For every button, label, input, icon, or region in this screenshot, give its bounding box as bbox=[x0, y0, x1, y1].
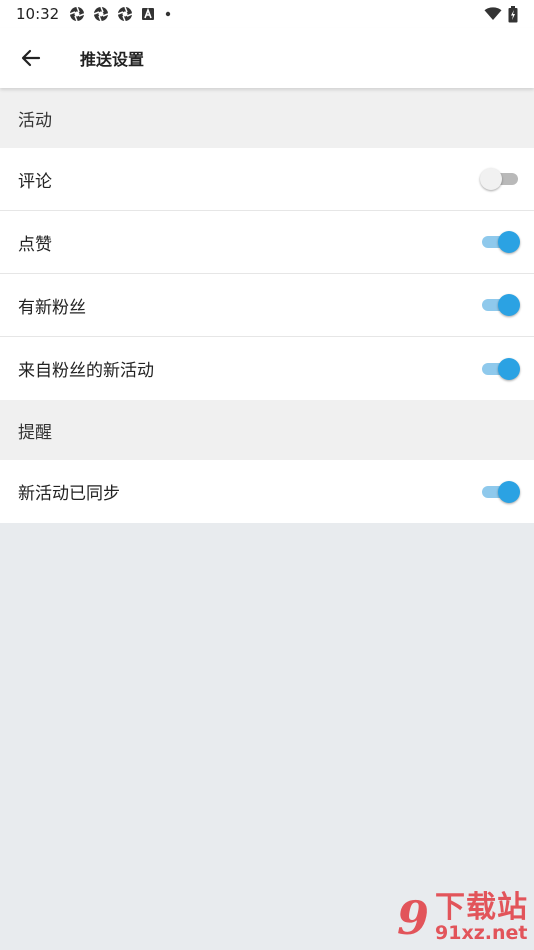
aperture-icon bbox=[93, 6, 109, 22]
battery-icon bbox=[508, 5, 518, 22]
like-toggle[interactable] bbox=[480, 231, 520, 253]
status-time: 10:32 bbox=[16, 5, 60, 23]
setting-row-new-follower[interactable]: 有新粉丝 bbox=[0, 274, 534, 337]
aperture-icon bbox=[117, 6, 133, 22]
follower-activity-toggle[interactable] bbox=[480, 357, 520, 380]
toggle-thumb bbox=[498, 231, 520, 253]
section-header-activity: 活动 bbox=[0, 88, 534, 148]
setting-label: 有新粉丝 bbox=[18, 297, 86, 318]
watermark-site-name: 下载站 bbox=[435, 889, 528, 925]
setting-row-follower-activity[interactable]: 来自粉丝的新活动 bbox=[0, 337, 534, 400]
wifi-icon bbox=[484, 7, 502, 20]
toggle-thumb bbox=[498, 357, 520, 380]
watermark-logo: 9 bbox=[396, 890, 429, 945]
back-button[interactable] bbox=[0, 28, 62, 88]
a-box-icon bbox=[142, 7, 155, 20]
toggle-thumb bbox=[498, 480, 520, 503]
comment-toggle[interactable] bbox=[480, 168, 520, 190]
toggle-thumb bbox=[498, 294, 520, 316]
setting-row-comment[interactable]: 评论 bbox=[0, 148, 534, 211]
watermark-url: 91xz.net bbox=[435, 922, 528, 945]
activity-synced-toggle[interactable] bbox=[480, 480, 520, 503]
setting-label: 评论 bbox=[18, 171, 52, 192]
section-header-reminder: 提醒 bbox=[0, 400, 534, 460]
page-title: 推送设置 bbox=[80, 50, 145, 69]
watermark-text: 下载站 91xz.net bbox=[435, 892, 528, 944]
section-title: 活动 bbox=[18, 110, 52, 131]
status-bar: 10:32 bbox=[0, 0, 534, 28]
new-follower-toggle[interactable] bbox=[480, 294, 520, 316]
setting-label: 来自粉丝的新活动 bbox=[18, 361, 154, 381]
setting-label: 点赞 bbox=[18, 234, 52, 255]
arrow-left-icon bbox=[21, 49, 41, 67]
status-right bbox=[484, 5, 518, 23]
setting-row-like[interactable]: 点赞 bbox=[0, 211, 534, 274]
toggle-thumb bbox=[480, 168, 502, 190]
setting-row-activity-synced[interactable]: 新活动已同步 bbox=[0, 460, 534, 523]
section-title: 提醒 bbox=[18, 422, 52, 443]
notification-icons bbox=[69, 6, 173, 22]
app-bar: 推送设置 bbox=[0, 28, 534, 88]
aperture-icon bbox=[69, 6, 85, 22]
dot-icon bbox=[166, 11, 171, 17]
setting-label: 新活动已同步 bbox=[18, 484, 120, 504]
watermark: 9 下载站 91xz.net bbox=[397, 892, 528, 944]
